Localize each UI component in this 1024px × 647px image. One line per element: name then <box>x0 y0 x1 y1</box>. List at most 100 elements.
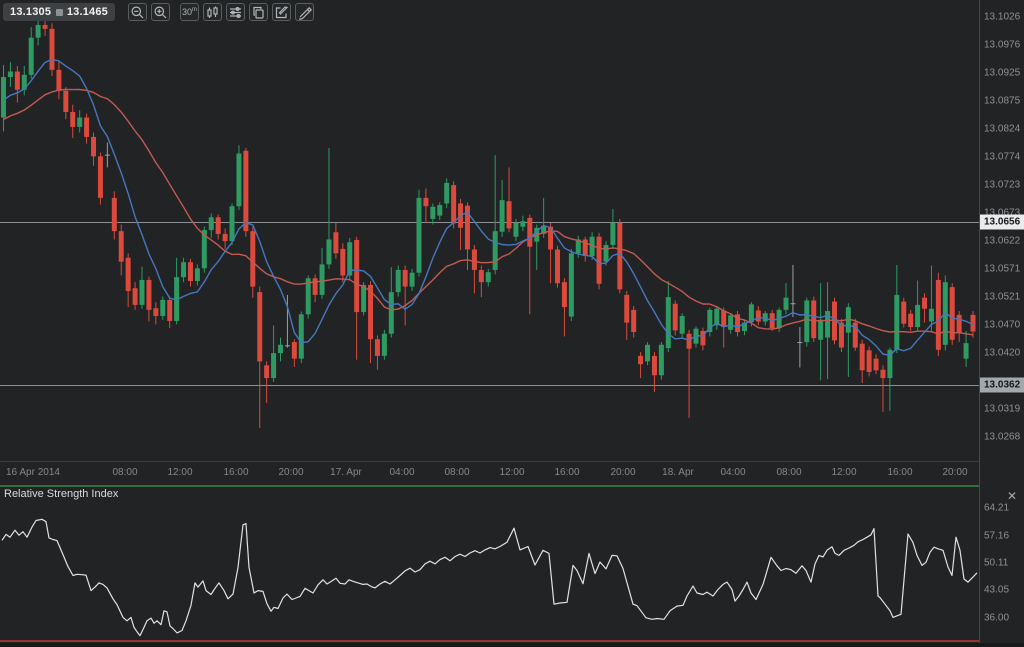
candle <box>278 338 283 362</box>
time-axis-label: 18. Apr <box>662 467 694 478</box>
candle <box>223 228 228 249</box>
candle <box>804 298 809 347</box>
candle <box>1 65 6 132</box>
time-axis-label: 04:00 <box>720 467 745 478</box>
price-axis-label: 13.0521 <box>984 292 1020 303</box>
candle <box>950 283 955 345</box>
candle <box>29 27 34 79</box>
candle <box>84 114 89 144</box>
time-axis-label: 16:00 <box>223 467 248 478</box>
candle <box>22 66 27 95</box>
rsi-panel-title: Relative Strength Index <box>4 488 118 500</box>
candle <box>8 62 13 87</box>
candle <box>264 361 269 403</box>
candle <box>707 308 712 337</box>
draw-button[interactable] <box>295 3 314 21</box>
price-axis-label: 13.1026 <box>984 12 1020 23</box>
price-level-marker: 13.0362 <box>980 378 1024 393</box>
candle <box>417 190 422 277</box>
candle <box>437 202 442 220</box>
candle <box>410 269 415 291</box>
candle <box>430 203 435 224</box>
rsi-axis-label: 50.11 <box>984 558 1008 569</box>
time-axis-label: 16:00 <box>887 467 912 478</box>
candle <box>91 132 96 165</box>
chart-type-button[interactable] <box>203 3 222 21</box>
rsi-axis-label: 36.00 <box>984 612 1009 623</box>
candle <box>98 152 103 204</box>
candle <box>569 249 574 321</box>
indicators-button[interactable] <box>226 3 245 21</box>
bottom-strip <box>0 643 1024 647</box>
quote-widget[interactable]: 13.1305 13.1465 <box>3 3 115 21</box>
rsi-canvas[interactable] <box>0 485 979 642</box>
timeframe-button[interactable]: 30m <box>180 3 199 21</box>
candle <box>887 348 892 411</box>
candle <box>700 328 705 351</box>
price-axis-label: 13.0976 <box>984 40 1020 51</box>
candle <box>70 105 75 138</box>
time-axis-label: 17. Apr <box>330 467 362 478</box>
price-axis-label: 13.0875 <box>984 96 1020 107</box>
price-axis[interactable]: 13.102613.097613.092513.087513.082413.07… <box>979 0 1024 647</box>
candle <box>181 258 186 282</box>
candle <box>562 278 567 336</box>
time-axis-label: 20:00 <box>278 467 303 478</box>
candle <box>133 282 138 310</box>
candle <box>728 313 733 334</box>
candle <box>860 340 865 383</box>
candle <box>555 246 560 288</box>
rsi-axis-label: 57.16 <box>984 530 1009 541</box>
rsi-panel[interactable]: Relative Strength Index <box>0 485 979 642</box>
time-axis-label: 16 Apr 2014 <box>6 467 60 478</box>
candle <box>403 266 408 326</box>
price-level-marker: 13.0656 <box>980 215 1024 230</box>
time-axis-label: 20:00 <box>610 467 635 478</box>
candle <box>444 178 449 207</box>
candle <box>790 265 795 317</box>
candle <box>56 60 61 99</box>
candle <box>146 277 151 322</box>
candle <box>195 264 200 285</box>
duplicate-button[interactable] <box>249 3 268 21</box>
time-axis-label: 04:00 <box>389 467 414 478</box>
time-axis-label: 08:00 <box>444 467 469 478</box>
bid-price[interactable]: 13.1305 <box>10 6 51 18</box>
candle <box>867 346 872 376</box>
candle <box>818 283 823 380</box>
time-axis-label: 08:00 <box>776 467 801 478</box>
candle <box>964 331 969 367</box>
candle <box>486 269 491 287</box>
price-chart-canvas[interactable] <box>0 0 979 461</box>
zoom-out-button[interactable] <box>128 3 147 21</box>
copy-icon <box>251 5 266 20</box>
candle <box>874 354 879 374</box>
zoom-in-button[interactable] <box>151 3 170 21</box>
candle <box>140 267 145 309</box>
candle <box>825 282 830 379</box>
price-axis-label: 13.0319 <box>984 404 1020 415</box>
candle <box>320 248 325 299</box>
candle <box>638 352 643 378</box>
candle <box>49 23 54 76</box>
candle <box>493 155 498 274</box>
candle <box>624 291 629 340</box>
candle <box>15 66 20 103</box>
price-axis-label: 13.0268 <box>984 432 1020 443</box>
edit-button[interactable] <box>272 3 291 21</box>
close-icon[interactable]: ✕ <box>1004 488 1020 504</box>
candle <box>721 308 726 348</box>
candle <box>119 225 124 276</box>
candle <box>167 298 172 328</box>
zoom-out-icon <box>130 5 145 20</box>
ask-price[interactable]: 13.1465 <box>67 6 108 18</box>
price-axis-label: 13.0824 <box>984 124 1020 135</box>
candle <box>153 302 158 324</box>
candle <box>784 283 789 314</box>
candle <box>853 319 858 351</box>
candle <box>735 311 740 336</box>
time-axis-label: 20:00 <box>942 467 967 478</box>
spread-indicator-icon <box>56 9 63 16</box>
time-axis[interactable]: 16 Apr 201408:0012:0016:0020:0017. Apr04… <box>0 461 979 486</box>
candle <box>507 167 512 232</box>
